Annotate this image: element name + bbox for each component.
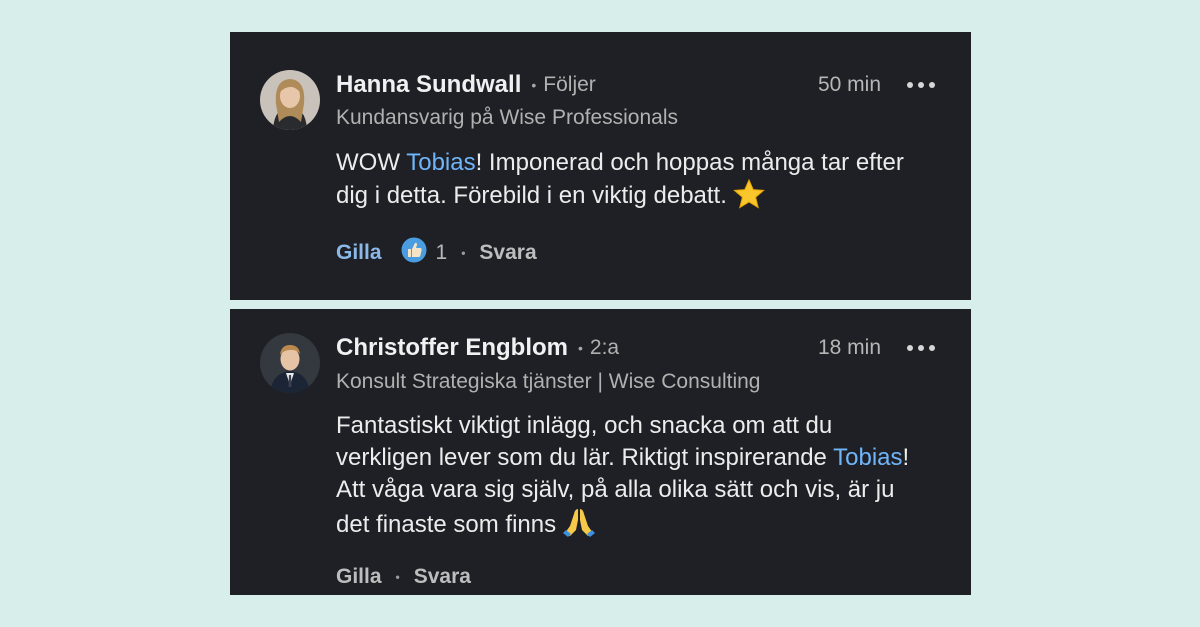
more-options-icon[interactable] xyxy=(907,345,935,351)
like-reaction-icon xyxy=(400,236,428,270)
reply-button[interactable]: Svara xyxy=(414,565,471,589)
author-headline: Kundansvarig på Wise Professionals xyxy=(336,106,679,129)
separator-dot: • xyxy=(578,340,583,356)
separator-dot: • xyxy=(461,246,466,260)
comment-text: Fantastiskt viktigt inlägg, och snacka o… xyxy=(336,410,916,547)
more-options-icon[interactable] xyxy=(907,82,935,88)
comment-actions: Gilla • Svara xyxy=(336,562,471,592)
reply-button[interactable]: Svara xyxy=(479,241,536,265)
star-icon xyxy=(733,178,765,218)
comment-time: 18 min xyxy=(817,336,881,359)
reaction-count: 1 xyxy=(435,241,448,264)
mention-link[interactable]: Tobias xyxy=(406,149,475,176)
comment-header: Christoffer Engblom • 2:a 18 min xyxy=(336,331,935,365)
like-button[interactable]: Gilla xyxy=(336,241,382,265)
praying-hands-icon xyxy=(562,506,596,547)
avatar[interactable] xyxy=(260,333,320,393)
avatar[interactable] xyxy=(260,70,320,130)
connection-status: Följer xyxy=(543,73,596,96)
reaction-summary[interactable]: 1 xyxy=(400,236,448,270)
mention-link[interactable]: Tobias xyxy=(833,444,902,471)
author-name[interactable]: Hanna Sundwall xyxy=(336,71,521,99)
author-name[interactable]: Christoffer Engblom xyxy=(336,334,568,362)
comment-card: Hanna Sundwall • Följer 50 min Kundansva… xyxy=(230,32,971,300)
comment-text: WOW Tobias! Imponerad och hoppas många t… xyxy=(336,147,936,218)
like-button[interactable]: Gilla xyxy=(336,565,382,589)
comment-header: Hanna Sundwall • Följer 50 min xyxy=(336,68,935,102)
comment-actions: Gilla 1 • Svara xyxy=(336,236,537,270)
comment-text-part: WOW xyxy=(336,149,407,176)
comment-text-part: Fantastiskt viktigt inlägg, och snacka o… xyxy=(336,412,834,471)
separator-dot: • xyxy=(395,570,400,584)
connection-degree: 2:a xyxy=(589,336,620,359)
comment-time: 50 min xyxy=(817,73,881,96)
author-headline: Konsult Strategiska tjänster | Wise Cons… xyxy=(336,370,761,393)
comment-card: Christoffer Engblom • 2:a 18 min Konsult… xyxy=(230,309,971,595)
separator-dot: • xyxy=(531,77,537,93)
